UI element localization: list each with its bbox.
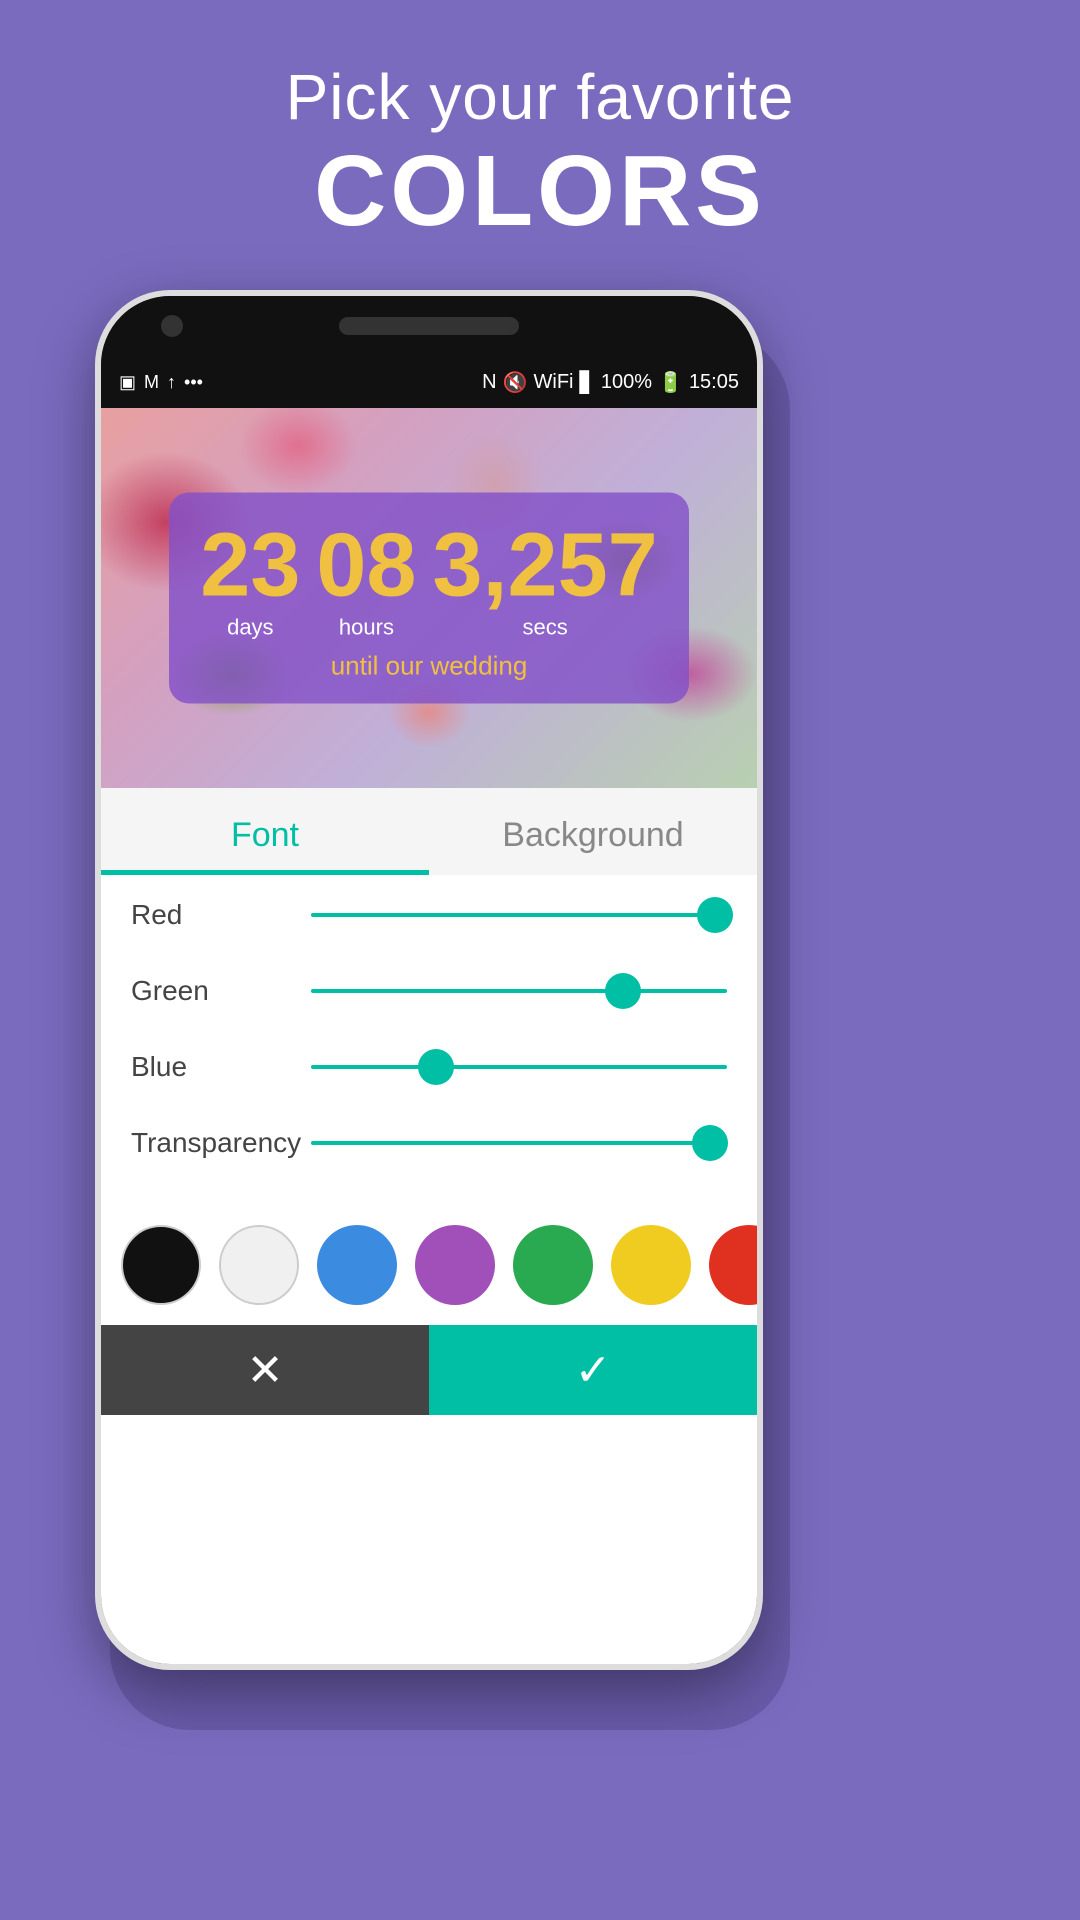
phone-camera xyxy=(161,315,183,337)
status-icon-gallery: ▣ xyxy=(119,372,136,393)
secs-value: 3,257 xyxy=(432,521,657,611)
hours-value: 08 xyxy=(316,521,416,611)
transparency-slider-track xyxy=(311,1141,727,1145)
blue-slider-track xyxy=(311,1065,727,1069)
status-icon-mail: M xyxy=(144,372,159,393)
header-section: Pick your favorite COLORS xyxy=(0,60,1080,249)
tabs-container: Font Background xyxy=(101,788,757,875)
page-background: Pick your favorite COLORS ▣ M ↑ ••• N 🔇 … xyxy=(0,0,1080,1920)
swatch-blue[interactable] xyxy=(317,1225,397,1305)
bottom-bar: ✕ ✓ xyxy=(101,1325,757,1415)
red-slider-container[interactable] xyxy=(311,895,727,935)
status-signal: ▋ xyxy=(579,370,594,395)
countdown-message: until our wedding xyxy=(189,651,669,682)
status-left: ▣ M ↑ ••• xyxy=(119,372,203,393)
green-slider-track xyxy=(311,989,727,993)
countdown-background: 23 days 08 hours 3,257 secs until our we xyxy=(101,408,757,788)
tab-font[interactable]: Font xyxy=(101,788,429,875)
red-slider-track xyxy=(311,913,727,917)
transparency-slider-thumb[interactable] xyxy=(692,1125,728,1161)
tab-background-label: Background xyxy=(502,816,683,854)
red-slider-row: Red xyxy=(131,895,727,935)
green-slider-row: Green xyxy=(131,971,727,1011)
blue-slider-thumb[interactable] xyxy=(418,1049,454,1085)
status-time: 15:05 xyxy=(689,371,739,394)
blue-slider-container[interactable] xyxy=(311,1047,727,1087)
blue-label: Blue xyxy=(131,1051,311,1083)
swatch-red[interactable] xyxy=(709,1225,757,1305)
countdown-hours: 08 hours xyxy=(316,521,416,641)
swatches-row xyxy=(101,1209,757,1325)
status-battery-pct: 100% xyxy=(601,371,652,394)
status-bar: ▣ M ↑ ••• N 🔇 WiFi ▋ 100% 🔋 15:05 xyxy=(101,356,757,408)
phone-top-bar xyxy=(101,296,757,356)
header-subtitle: Pick your favorite xyxy=(0,60,1080,134)
days-value: 23 xyxy=(200,521,300,611)
swatch-white[interactable] xyxy=(219,1225,299,1305)
countdown-days: 23 days xyxy=(200,521,300,641)
status-mute: 🔇 xyxy=(503,370,528,395)
status-icon-more: ••• xyxy=(184,372,203,393)
blue-slider-row: Blue xyxy=(131,1047,727,1087)
confirm-icon: ✓ xyxy=(575,1345,612,1396)
swatch-green[interactable] xyxy=(513,1225,593,1305)
cancel-button[interactable]: ✕ xyxy=(101,1325,429,1415)
swatch-yellow[interactable] xyxy=(611,1225,691,1305)
status-nfc: N xyxy=(482,371,496,394)
tab-background[interactable]: Background xyxy=(429,788,757,875)
green-slider-thumb[interactable] xyxy=(605,973,641,1009)
green-slider-container[interactable] xyxy=(311,971,727,1011)
transparency-slider-container[interactable] xyxy=(311,1123,727,1163)
status-right: N 🔇 WiFi ▋ 100% 🔋 15:05 xyxy=(482,370,739,395)
tab-font-underline xyxy=(101,870,429,875)
phone-screen: 23 days 08 hours 3,257 secs until our we xyxy=(101,408,757,1664)
status-wifi: WiFi xyxy=(534,371,574,394)
status-icon-upload: ↑ xyxy=(167,372,176,393)
transparency-label: Transparency xyxy=(131,1127,311,1159)
countdown-card: 23 days 08 hours 3,257 secs until our we xyxy=(169,493,689,704)
transparency-slider-row: Transparency xyxy=(131,1123,727,1163)
swatch-purple[interactable] xyxy=(415,1225,495,1305)
phone-frame: ▣ M ↑ ••• N 🔇 WiFi ▋ 100% 🔋 15:05 xyxy=(95,290,763,1670)
countdown-secs: 3,257 secs xyxy=(432,521,657,641)
tab-font-label: Font xyxy=(231,816,299,854)
cancel-icon: ✕ xyxy=(247,1345,284,1396)
swatch-black[interactable] xyxy=(121,1225,201,1305)
green-label: Green xyxy=(131,975,311,1007)
countdown-numbers: 23 days 08 hours 3,257 secs xyxy=(189,521,669,641)
confirm-button[interactable]: ✓ xyxy=(429,1325,757,1415)
red-label: Red xyxy=(131,899,311,931)
header-title: COLORS xyxy=(0,134,1080,249)
hours-label: hours xyxy=(339,615,394,641)
secs-label: secs xyxy=(522,615,567,641)
days-label: days xyxy=(227,615,273,641)
status-battery-icon: 🔋 xyxy=(658,370,683,395)
sliders-section: Red Green xyxy=(101,875,757,1209)
red-slider-thumb[interactable] xyxy=(697,897,733,933)
phone-speaker xyxy=(339,317,519,335)
